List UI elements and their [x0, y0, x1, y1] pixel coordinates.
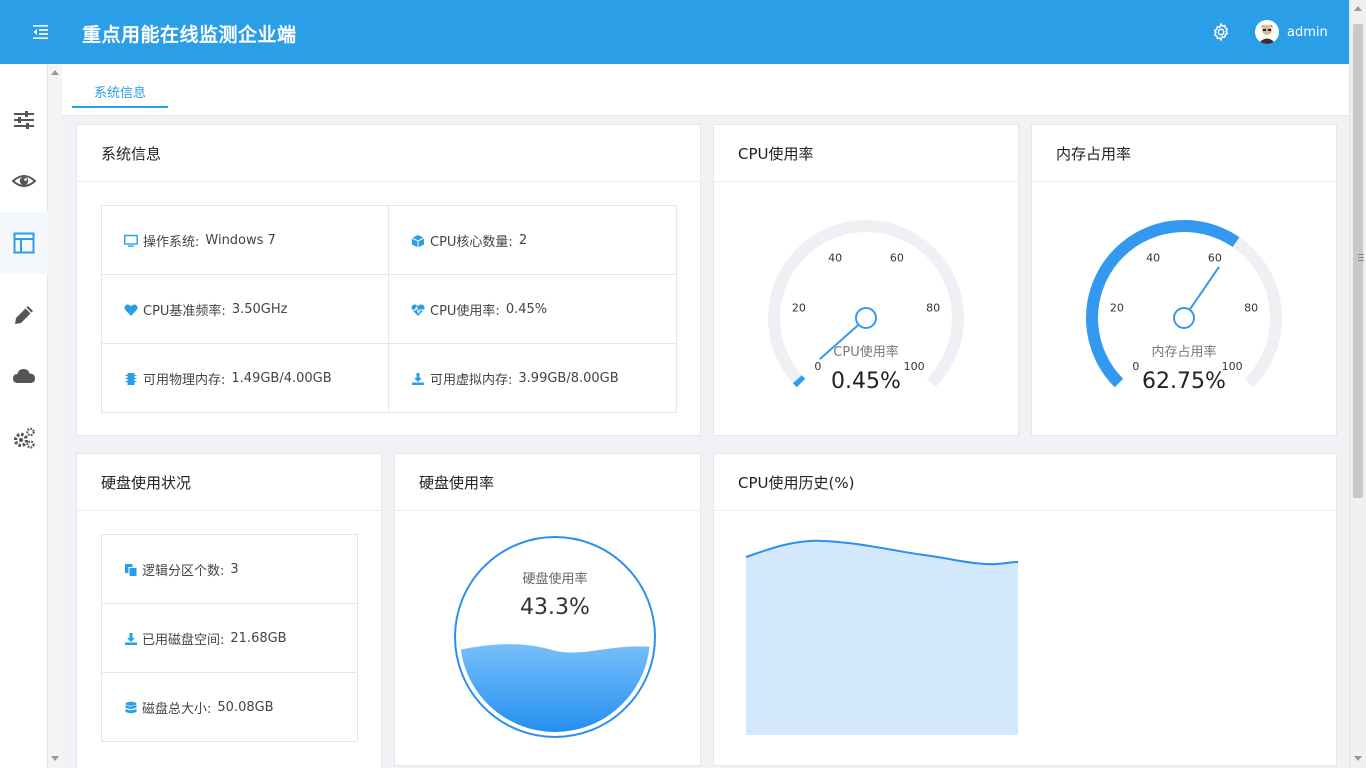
avatar[interactable] [1255, 20, 1279, 44]
avatar-image [1255, 20, 1279, 44]
cpu-gauge-title: CPU使用率 [714, 125, 1018, 182]
username[interactable]: admin [1287, 25, 1328, 40]
app-title: 重点用能在线监测企业端 [82, 24, 297, 46]
system-info-grid: 操作系统: Windows 7 CPU核心数量: 2 CPU基准频率: 3.50… [101, 205, 677, 413]
disk-status-card: 硬盘使用状况 逻辑分区个数: 3 已用磁盘空间: 21.68GB 磁盘总大小: … [76, 453, 382, 768]
cube-icon [411, 234, 425, 247]
gears-icon [13, 427, 35, 449]
cpu-history-card: CPU使用历史(%) [713, 453, 1337, 766]
memory-gauge-tick-label: 20 [1110, 301, 1124, 314]
sidebar-item-cloud[interactable] [0, 345, 48, 407]
top-bar: 重点用能在线监测企业端 admin [0, 0, 1366, 64]
memory-gauge-card: 内存占用率 0 20 40 60 80 100 内存占用率 62.75% [1031, 124, 1337, 436]
cpu-gauge-tick-label: 100 [904, 360, 925, 373]
cpu-gauge-fill [792, 375, 806, 388]
partition-count-info: 逻辑分区个数: 3 [102, 535, 357, 604]
cpu-frequency-info: CPU基准频率: 3.50GHz [102, 275, 389, 344]
sidebar-item-monitor[interactable] [0, 150, 48, 212]
sidebar-item-system-info[interactable] [0, 212, 48, 274]
cloud-icon [13, 369, 35, 383]
cpu-gauge-tick-label: 60 [890, 251, 904, 264]
virtual-memory-info: 可用虚拟内存: 3.99GB/8.00GB [389, 344, 676, 413]
memory-gauge-tick-label: 40 [1146, 251, 1160, 264]
tab-bar: 系统信息 [62, 64, 1349, 116]
cpu-history-area [746, 540, 1018, 735]
page-scroll-thumb[interactable] [1353, 24, 1364, 498]
cpu-gauge-value: 0.45% [831, 369, 901, 394]
heartbeat-icon [411, 303, 425, 316]
scroll-up-arrow-icon[interactable] [51, 70, 59, 75]
cpu-gauge-chart: 0 20 40 60 80 100 CPU使用率 0.45% [768, 220, 964, 394]
sliders-icon [14, 111, 34, 129]
page-scrollbar[interactable] [1349, 0, 1366, 768]
cpu-gauge-tick-label: 40 [828, 251, 842, 264]
memory-gauge-label: 内存占用率 [1151, 344, 1216, 360]
memory-gauge-pointer [1189, 266, 1220, 310]
cpu-history-title: CPU使用历史(%) [714, 454, 1336, 511]
used-disk-space-info: 已用磁盘空间: 21.68GB [102, 604, 357, 673]
sidebar-item-gears[interactable] [0, 407, 48, 469]
os-info: 操作系统: Windows 7 [102, 206, 389, 275]
cpu-gauge-tick-label: 80 [926, 301, 940, 314]
system-info-title: 系统信息 [77, 125, 700, 182]
page-scroll-up-arrow-icon[interactable] [1354, 6, 1362, 11]
physical-memory-info: 可用物理内存: 1.49GB/4.00GB [102, 344, 389, 413]
pencil-icon [15, 306, 33, 324]
system-info-card: 系统信息 操作系统: Windows 7 CPU核心数量: 2 CPU基准频率:… [76, 124, 701, 436]
memory-gauge-tick-label: 0 [1132, 360, 1139, 373]
heart-icon [124, 303, 138, 316]
cpu-gauge-card: CPU使用率 0 20 40 60 80 100 CPU使用率 0.45% [713, 124, 1019, 436]
cpu-usage-info: CPU使用率: 0.45% [389, 275, 676, 344]
memory-gauge-chart: 02040 6080100内存占用率62.75% [1086, 220, 1282, 394]
download-icon [125, 632, 137, 645]
disk-usage-title: 硬盘使用率 [395, 454, 700, 511]
page-scroll-down-arrow-icon[interactable] [1354, 756, 1362, 761]
memory-gauge-tick-label: 80 [1244, 301, 1258, 314]
scroll-down-arrow-icon[interactable] [51, 756, 59, 761]
liquid-fill [460, 644, 650, 732]
memory-gauge-tick-label: 60 [1208, 251, 1222, 264]
sidebar-item-settings[interactable] [0, 89, 48, 151]
eye-icon [12, 175, 36, 187]
memory-gauge-title: 内存占用率 [1032, 125, 1336, 182]
cpu-cores-info: CPU核心数量: 2 [389, 206, 676, 275]
tab-system-info[interactable]: 系统信息 [72, 82, 168, 108]
cpu-gauge-tick-label: 20 [792, 301, 806, 314]
sidebar [0, 64, 48, 768]
disk-usage-label: 硬盘使用率 [522, 571, 587, 587]
copy-icon [125, 563, 138, 577]
disk-usage-card: 硬盘使用率 硬盘使用率 43.3% [394, 453, 701, 766]
cpu-gauge-tick-label: 0 [814, 360, 821, 373]
disk-usage-liquid-chart: 硬盘使用率 43.3% [454, 536, 656, 738]
download-icon [412, 372, 424, 385]
disk-usage-value: 43.3% [520, 595, 590, 620]
total-disk-size-info: 磁盘总大小: 50.08GB [102, 673, 357, 742]
menu-toggle-icon[interactable] [30, 22, 50, 42]
disk-status-list: 逻辑分区个数: 3 已用磁盘空间: 21.68GB 磁盘总大小: 50.08GB [101, 534, 358, 742]
memory-gauge-center [1173, 307, 1195, 329]
cpu-gauge-center [855, 307, 877, 329]
cpu-gauge-label: CPU使用率 [833, 344, 898, 360]
monitor-icon [124, 234, 138, 247]
layout-icon [13, 232, 35, 254]
database-icon [125, 701, 137, 713]
sidebar-scrollbar[interactable] [48, 64, 62, 768]
memory-chip-icon [125, 372, 137, 385]
memory-gauge-value: 62.75% [1142, 369, 1226, 394]
cpu-history-chart [745, 539, 1019, 735]
sidebar-item-edit[interactable] [0, 284, 48, 346]
settings-gear-icon[interactable] [1211, 22, 1231, 42]
disk-status-title: 硬盘使用状况 [77, 454, 381, 511]
